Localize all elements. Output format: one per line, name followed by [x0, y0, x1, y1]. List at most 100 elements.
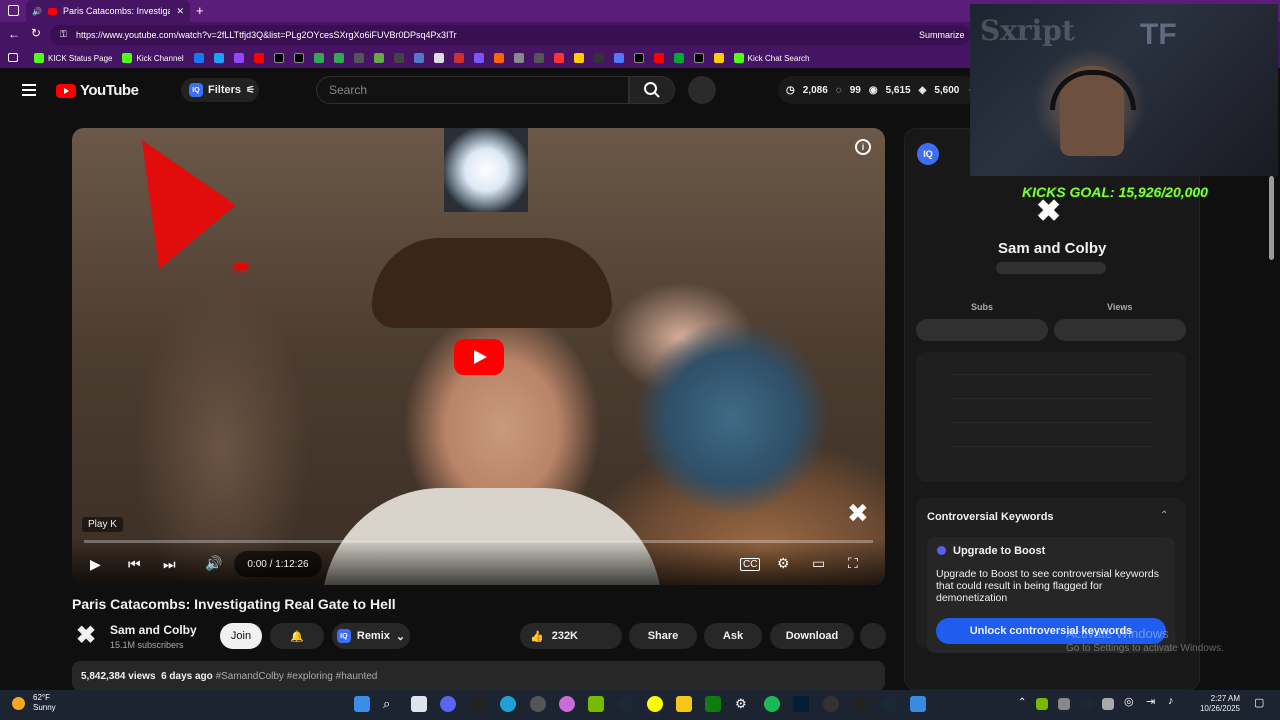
tray-icon[interactable] [1036, 698, 1048, 710]
like-button[interactable]: 👍 232K [520, 623, 622, 649]
bookmark-icon[interactable] [573, 53, 584, 63]
join-button[interactable]: Join [220, 623, 262, 649]
scrollbar-thumb[interactable] [1269, 176, 1274, 260]
youtube-logo[interactable]: YouTube [56, 82, 139, 99]
tab-actions-icon[interactable] [8, 5, 19, 16]
bookmark-icon[interactable] [513, 53, 524, 63]
remix-button[interactable]: IQ Remix ⌄ [332, 623, 410, 649]
x-icon[interactable] [693, 53, 704, 63]
tray-icon[interactable] [1102, 698, 1114, 710]
iq-icon[interactable]: IQ [917, 143, 939, 165]
bookmark-kick-channel[interactable]: Kick Channel [122, 53, 184, 63]
sheets-icon[interactable] [313, 53, 324, 63]
captions-icon[interactable]: CC [740, 558, 761, 571]
steam-icon[interactable] [881, 696, 897, 712]
tray-icon[interactable] [1058, 698, 1070, 710]
play-icon[interactable]: ▶ [90, 556, 101, 573]
network-icon[interactable]: ◎ [1124, 695, 1134, 708]
task-view-icon[interactable] [411, 696, 427, 712]
description-box[interactable]: 5,842,384 views 6 days ago #SamandColby … [72, 661, 885, 691]
app-icon[interactable] [530, 696, 546, 712]
bookmark-icon[interactable] [533, 53, 544, 63]
facebook-icon[interactable] [193, 53, 204, 63]
filters-button[interactable]: IQ Filters ⚟ [181, 78, 259, 102]
bookmark-icon[interactable] [593, 53, 604, 63]
start-icon[interactable] [354, 696, 370, 712]
download-button[interactable]: Download [770, 623, 854, 649]
spotify-icon[interactable] [764, 696, 780, 712]
bookmark-icon[interactable] [373, 53, 384, 63]
site-info-icon[interactable]: ⚿ [60, 29, 67, 40]
app-icon[interactable] [852, 696, 868, 712]
bookmark-icon[interactable] [433, 53, 444, 63]
theater-icon[interactable]: ▭ [812, 555, 825, 572]
close-tab-icon[interactable]: ✕ [176, 6, 184, 17]
info-icon[interactable]: i [855, 139, 871, 155]
summarize-button[interactable]: Summarize [919, 30, 965, 40]
volume-icon[interactable]: ⇥ [1146, 695, 1155, 708]
share-button[interactable]: Share [629, 623, 697, 649]
settings-icon[interactable]: ⚙ [777, 555, 790, 572]
next-icon[interactable]: ⏭ [163, 556, 176, 573]
fullscreen-icon[interactable]: ⛶ [848, 555, 858, 572]
steam-icon[interactable] [617, 696, 633, 712]
file-explorer-icon[interactable] [676, 696, 692, 712]
bookmark-icon[interactable] [213, 53, 224, 63]
back-icon[interactable]: ← [8, 27, 20, 41]
app-icon[interactable] [910, 696, 926, 712]
bookmark-icon[interactable] [553, 53, 564, 63]
sheets-icon[interactable] [333, 53, 344, 63]
notify-button[interactable]: 🔔 [270, 623, 324, 649]
twitch-icon[interactable] [233, 53, 244, 63]
tray-icon[interactable] [1080, 698, 1092, 710]
channel-name[interactable]: Sam and Colby [110, 623, 197, 637]
reload-icon[interactable]: ↻ [31, 26, 41, 40]
photoshop-icon[interactable] [793, 696, 809, 712]
bookmark-icon[interactable] [453, 53, 464, 63]
ask-button[interactable]: Ask [704, 623, 762, 649]
hashtags[interactable]: #SamandColby #exploring #haunted [216, 671, 378, 682]
previous-icon[interactable]: ⏮ [128, 556, 141, 573]
scrollbar[interactable] [1268, 176, 1276, 681]
settings-icon[interactable]: ⚙ [735, 696, 751, 712]
url-field[interactable]: ⚿ https://www.youtube.com/watch?v=2fLLTt… [50, 25, 970, 45]
bookmark-icon[interactable] [713, 53, 724, 63]
video-player[interactable]: i Play K ✖ ▶ ⏮ ⏭ 🔊 0:00 / 1:12:26 CC ⚙ ▭… [72, 128, 885, 585]
menu-icon[interactable] [22, 84, 36, 96]
bookmark-icon[interactable] [353, 53, 364, 63]
copilot-icon[interactable] [559, 696, 575, 712]
bookmark-icon[interactable] [633, 53, 644, 63]
microphone-icon[interactable]: ♪ [1168, 695, 1174, 707]
nvidia-icon[interactable] [588, 696, 604, 712]
avatar[interactable] [688, 76, 716, 104]
youtube-icon[interactable] [253, 53, 264, 63]
channel-avatar[interactable]: ✖ [76, 624, 98, 648]
volume-icon[interactable]: 🔊 [205, 555, 222, 572]
search-input[interactable]: Search [316, 76, 629, 104]
obs-icon[interactable] [823, 696, 839, 712]
clock[interactable]: 2:27 AM 10/26/2025 [1196, 694, 1240, 714]
search-icon[interactable]: ⌕ [383, 696, 399, 712]
chevron-up-icon[interactable]: ⌃ [1160, 510, 1168, 521]
x-icon[interactable] [293, 53, 304, 63]
bookmark-icon[interactable] [473, 53, 484, 63]
x-icon[interactable] [273, 53, 284, 63]
bookmark-icon[interactable] [493, 53, 504, 63]
bookmark-icon[interactable] [673, 53, 684, 63]
weather-widget[interactable]: 62°F Sunny [33, 693, 56, 713]
bookmark-kick-chat-search[interactable]: Kick Chat Search [733, 53, 809, 63]
play-button[interactable] [454, 339, 504, 375]
bookmark-icon[interactable] [613, 53, 624, 63]
chevron-up-icon[interactable]: ⌃ [1018, 697, 1026, 708]
snapchat-icon[interactable] [647, 696, 663, 712]
discord-icon[interactable] [440, 696, 456, 712]
edge-icon[interactable] [500, 696, 516, 712]
collections-icon[interactable] [8, 53, 18, 62]
notification-icon[interactable]: ▢ [1254, 696, 1264, 709]
youtube-icon[interactable] [653, 53, 664, 63]
more-button[interactable] [860, 623, 886, 649]
progress-bar[interactable] [84, 540, 873, 543]
close-overlay-icon[interactable]: ✖ [847, 498, 869, 529]
browser-tab[interactable]: 🔊 Paris Catacombs: Investigati ✕ [26, 0, 190, 22]
bookmark-icon[interactable] [393, 53, 404, 63]
